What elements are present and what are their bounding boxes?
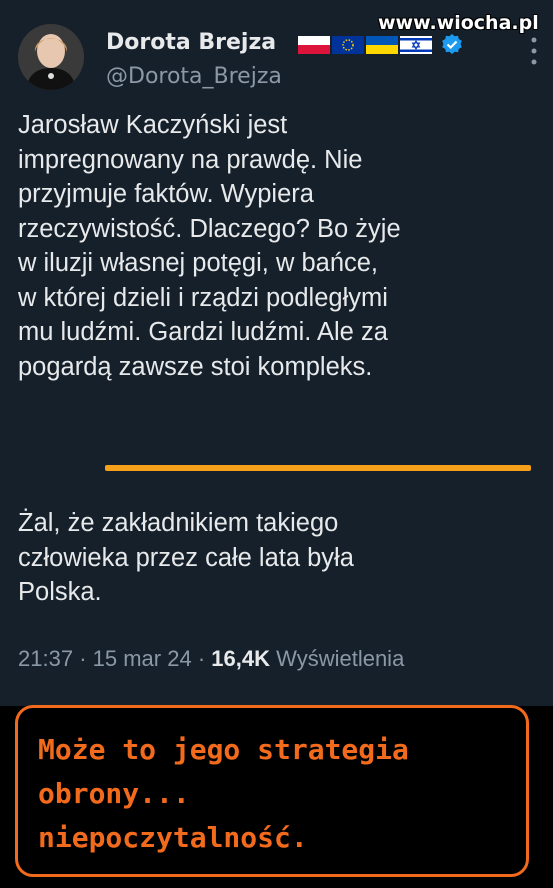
site-watermark: www.wiocha.pl xyxy=(378,12,539,34)
tweet-paragraph-2: Żal, że zakładnikiem takiego człowieka p… xyxy=(18,506,543,610)
more-options-icon[interactable] xyxy=(530,36,538,66)
author-handle[interactable]: @Dorota_Brejza xyxy=(106,64,282,89)
ukraine-flag-icon xyxy=(366,36,398,54)
israel-flag-icon xyxy=(400,36,432,54)
tweet-line: człowieka przez całe lata była xyxy=(18,543,354,572)
tweet-time[interactable]: 21:37 xyxy=(18,646,73,671)
tweet-line: pogardą zawsze stoi kompleks. xyxy=(18,352,373,381)
tweet-line: Polska. xyxy=(18,578,102,606)
tweet-paragraph-1: Jarosław Kaczyński jest impregnowany na … xyxy=(18,108,543,384)
meta-separator: · xyxy=(79,646,87,671)
poland-flag-icon xyxy=(298,36,330,54)
tweet-line: Jarosław Kaczyński jest xyxy=(18,111,288,139)
author-name[interactable]: Dorota Brejza xyxy=(106,30,276,55)
tweet-line: w iluzji własnej potęgi, w bańce, xyxy=(18,249,379,277)
tweet-metadata: 21:37 · 15 mar 24 · 16,4K Wyświetlenia xyxy=(18,646,404,672)
tweet-card: Dorota Brejza @Dorota_Brejza Jarosław Ka… xyxy=(0,0,553,706)
caption-box: Może to jego strategia obrony... niepocz… xyxy=(15,705,529,877)
tweet-line: impregnowany na prawdę. Nie xyxy=(18,145,363,174)
verified-badge-icon xyxy=(440,33,464,57)
tweet-line: przyjmuje faktów. Wypiera xyxy=(18,180,314,208)
meta-separator: · xyxy=(197,646,206,671)
views-count: 16,4K xyxy=(211,646,270,671)
caption-line: obrony... xyxy=(38,777,190,810)
caption-line: Może to jego strategia xyxy=(38,733,409,766)
caption-line: niepoczytalność. xyxy=(38,821,308,854)
caption-text: Może to jego strategia obrony... niepocz… xyxy=(38,728,518,860)
tweet-line: w której dzieli i rządzi podległymi xyxy=(18,283,388,312)
tweet-date[interactable]: 15 mar 24 xyxy=(93,646,192,671)
tweet-line: rzeczywistość. Dlaczego? Bo żyje xyxy=(18,214,401,243)
flag-emoji-row xyxy=(298,36,432,54)
avatar[interactable] xyxy=(18,24,84,90)
tweet-line: mu ludźmi. Gardzi ludźmi. Ale za xyxy=(18,318,388,346)
eu-flag-icon xyxy=(332,36,364,54)
views-label: Wyświetlenia xyxy=(276,646,405,671)
tweet-line: Żal, że zakładnikiem takiego xyxy=(18,509,339,537)
highlight-underline xyxy=(105,465,531,471)
